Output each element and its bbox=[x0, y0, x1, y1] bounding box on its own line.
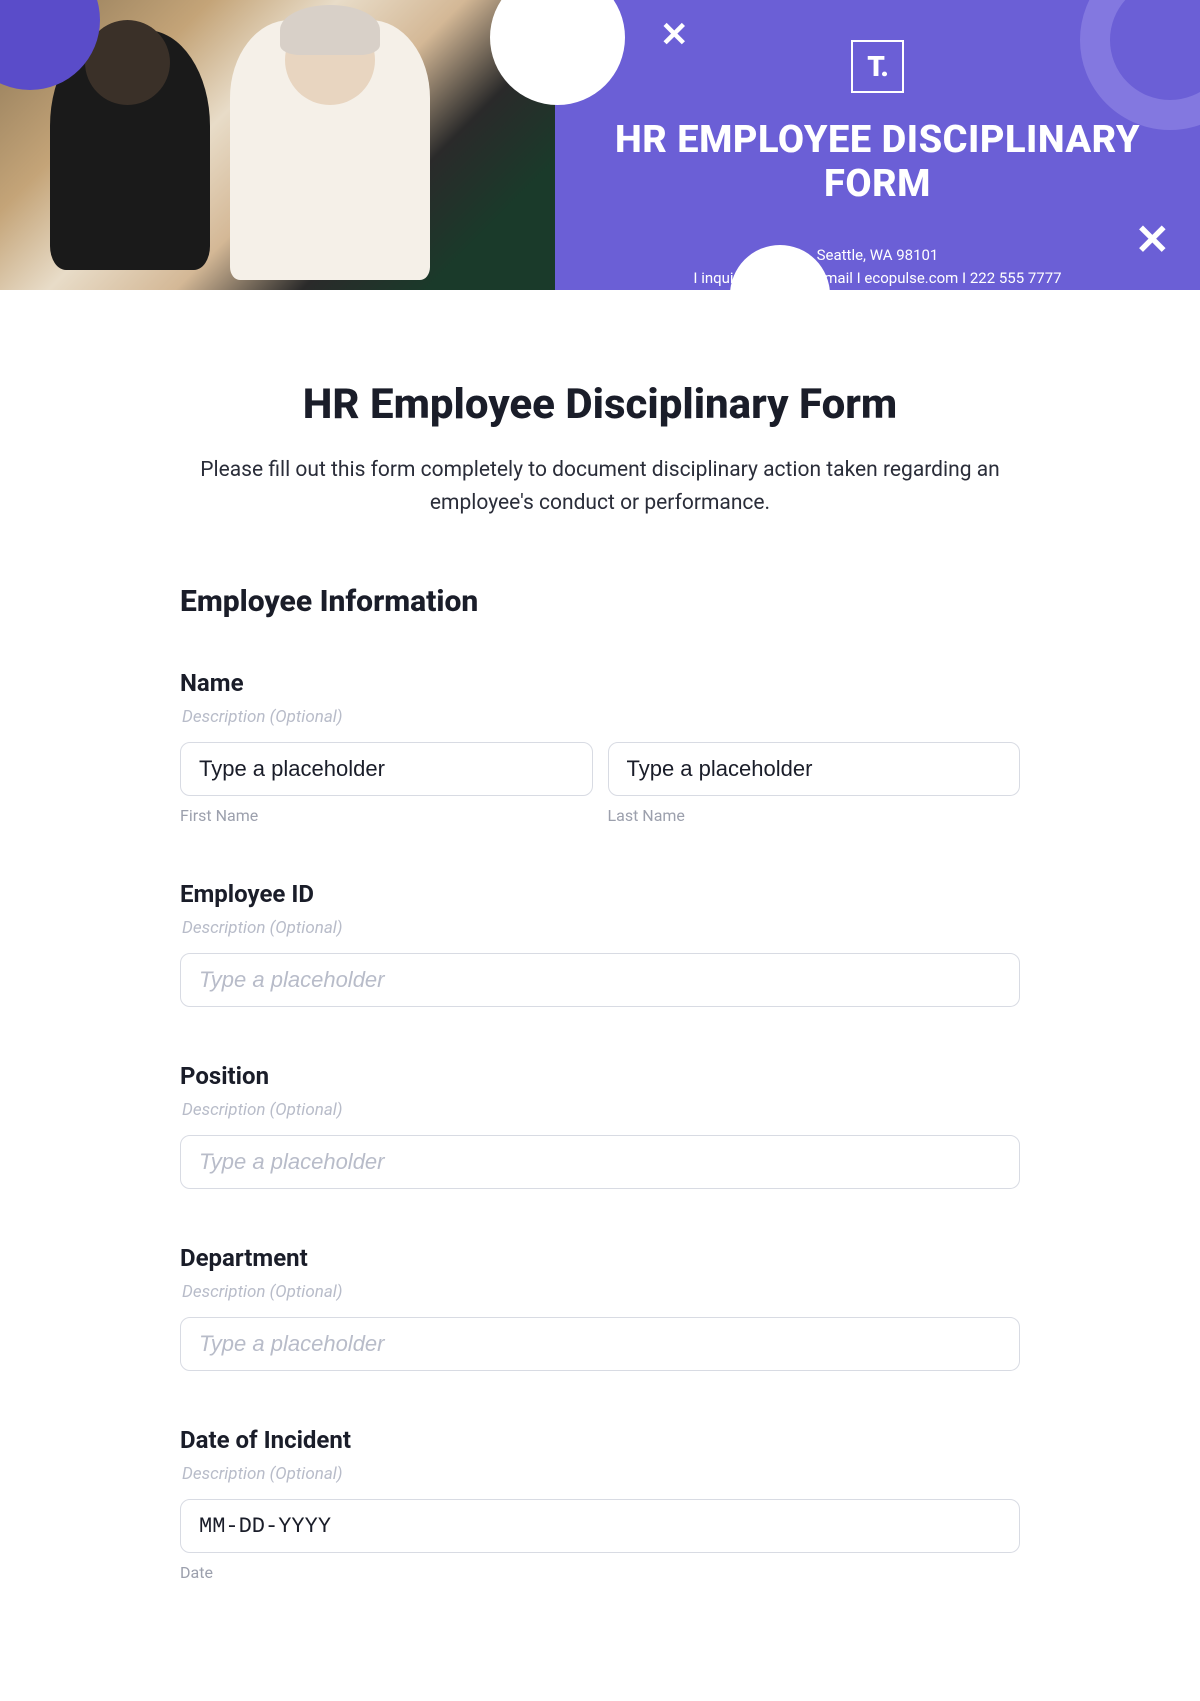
department-label: Department bbox=[180, 1244, 1020, 1272]
form-title: HR Employee Disciplinary Form bbox=[180, 380, 1020, 429]
employee-id-label: Employee ID bbox=[180, 880, 1020, 908]
banner-address: Seattle, WA 98101 bbox=[615, 246, 1140, 264]
banner-content: T. HR EMPLOYEE DISCIPLINARY FORM Seattle… bbox=[555, 0, 1200, 290]
banner-title: HR EMPLOYEE DISCIPLINARY FORM bbox=[615, 118, 1140, 206]
department-field-group: Department Description (Optional) bbox=[180, 1244, 1020, 1371]
employee-id-field-group: Employee ID Description (Optional) bbox=[180, 880, 1020, 1007]
name-description: Description (Optional) bbox=[182, 707, 1020, 727]
first-name-input[interactable] bbox=[180, 742, 593, 796]
employee-id-input[interactable] bbox=[180, 953, 1020, 1007]
position-description: Description (Optional) bbox=[182, 1100, 1020, 1120]
date-of-incident-input[interactable] bbox=[180, 1499, 1020, 1553]
decorative-circle bbox=[1080, 0, 1200, 130]
date-sublabel: Date bbox=[180, 1563, 1020, 1582]
x-icon: ✕ bbox=[660, 15, 689, 55]
first-name-sublabel: First Name bbox=[180, 806, 593, 825]
name-label: Name bbox=[180, 669, 1020, 697]
x-icon: ✕ bbox=[1135, 215, 1170, 265]
form-subtitle: Please fill out this form completely to … bbox=[180, 454, 1020, 519]
last-name-input[interactable] bbox=[608, 742, 1021, 796]
banner-header: ✕ ✕ T. HR EMPLOYEE DISCIPLINARY FORM Sea… bbox=[0, 0, 1200, 290]
date-of-incident-description: Description (Optional) bbox=[182, 1464, 1020, 1484]
name-input-row: First Name Last Name bbox=[180, 742, 1020, 825]
name-field-group: Name Description (Optional) First Name L… bbox=[180, 669, 1020, 825]
position-label: Position bbox=[180, 1062, 1020, 1090]
form-container: HR Employee Disciplinary Form Please fil… bbox=[120, 290, 1080, 1677]
section-title: Employee Information bbox=[180, 584, 1020, 619]
logo-box: T. bbox=[851, 40, 904, 93]
last-name-sublabel: Last Name bbox=[608, 806, 1021, 825]
position-field-group: Position Description (Optional) bbox=[180, 1062, 1020, 1189]
banner-contact: I inquire@ecopulse.mail I ecopulse.com I… bbox=[615, 269, 1140, 287]
logo-text: T. bbox=[867, 50, 888, 83]
department-description: Description (Optional) bbox=[182, 1282, 1020, 1302]
department-input[interactable] bbox=[180, 1317, 1020, 1371]
date-of-incident-label: Date of Incident bbox=[180, 1426, 1020, 1454]
position-input[interactable] bbox=[180, 1135, 1020, 1189]
employee-id-description: Description (Optional) bbox=[182, 918, 1020, 938]
date-of-incident-field-group: Date of Incident Description (Optional) … bbox=[180, 1426, 1020, 1582]
